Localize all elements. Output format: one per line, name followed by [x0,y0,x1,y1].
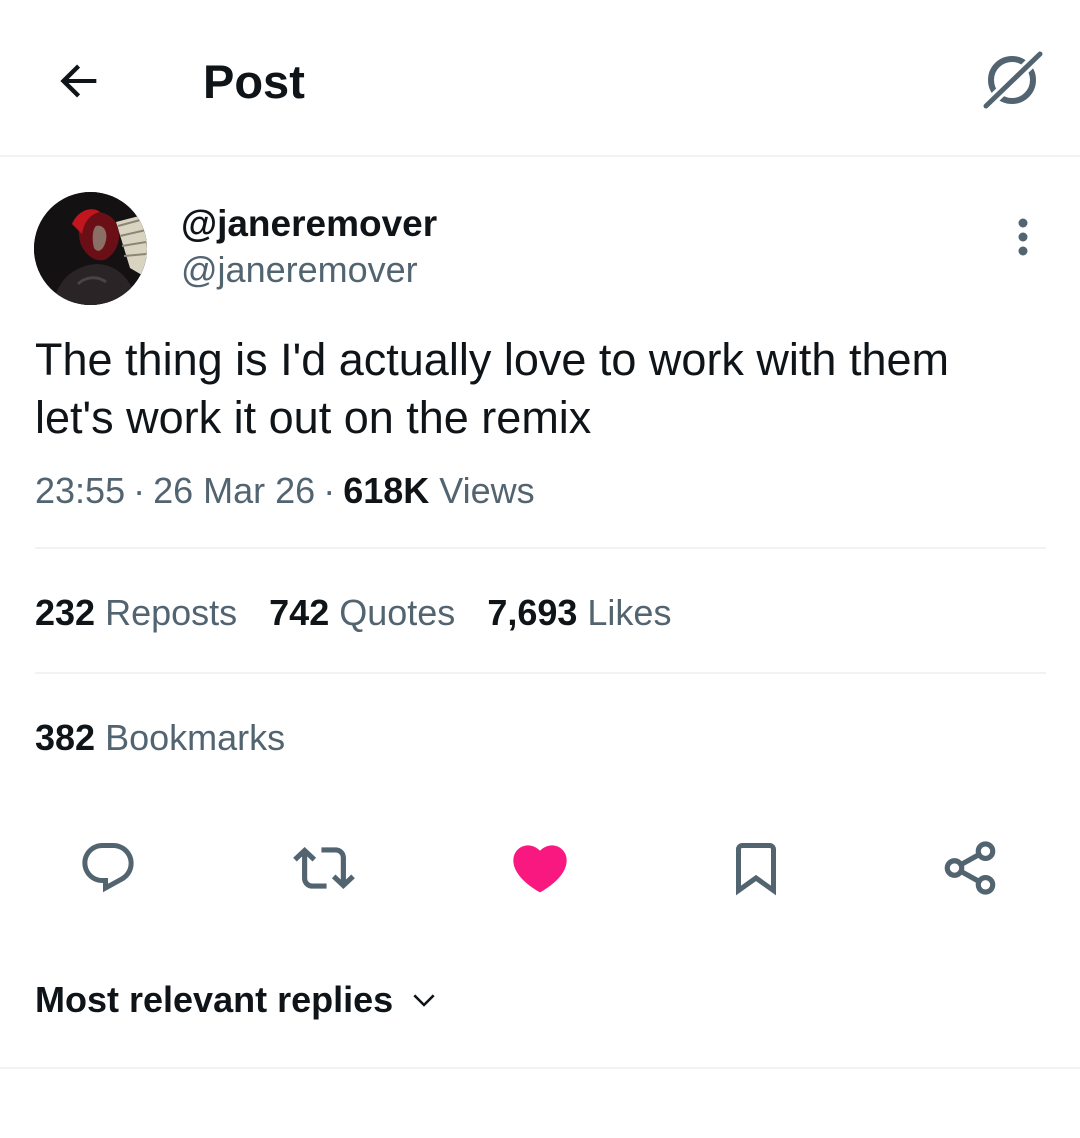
divider [35,547,1046,549]
reply-icon [82,843,134,893]
page-title: Post [203,55,305,108]
reposts-stat[interactable]: 232 Reposts [35,591,237,635]
avatar[interactable] [34,192,147,305]
views-label: Views [439,470,535,511]
post-meta: 23:55 · 26 Mar 26 · 618K Views [35,469,535,513]
display-name[interactable]: @janeremover [181,202,437,246]
arrow-left-icon [60,64,97,98]
back-button[interactable] [46,48,112,114]
share-icon [944,841,996,895]
bookmark-icon [736,843,776,896]
heart-filled-icon [513,845,567,893]
top-app-bar: Post [0,0,1080,157]
grok-icon [980,48,1046,112]
reply-button[interactable] [76,836,140,900]
quotes-stat[interactable]: 742 Quotes [269,591,455,635]
grok-button[interactable] [974,42,1050,118]
user-handle[interactable]: @janeremover [181,248,418,292]
divider [0,1067,1080,1069]
more-vertical-icon [1018,218,1028,256]
bookmark-stats: 382 Bookmarks [35,716,317,760]
post-time[interactable]: 23:55 [35,470,125,511]
chevron-down-icon [409,985,439,1015]
separator: · [133,470,146,511]
like-button[interactable] [508,836,572,900]
repost-button[interactable] [292,836,356,900]
views-count: 618K [343,470,430,511]
likes-stat[interactable]: 7,693 Likes [487,591,671,635]
post-date[interactable]: 26 Mar 26 [153,470,315,511]
bookmarks-stat[interactable]: 382 Bookmarks [35,716,285,760]
profile-photo [34,192,147,305]
more-options-button[interactable] [1003,212,1043,262]
repost-icon [293,847,355,889]
divider [35,672,1046,674]
replies-sort-button[interactable]: Most relevant replies [35,978,439,1022]
separator: · [323,470,336,511]
share-button[interactable] [938,836,1002,900]
replies-sort-label: Most relevant replies [35,979,394,1020]
engagement-stats: 232 Reposts 742 Quotes 7,693 Likes [35,591,703,635]
bookmark-button[interactable] [724,836,788,900]
post-text: The thing is I'd actually love to work w… [35,334,949,443]
